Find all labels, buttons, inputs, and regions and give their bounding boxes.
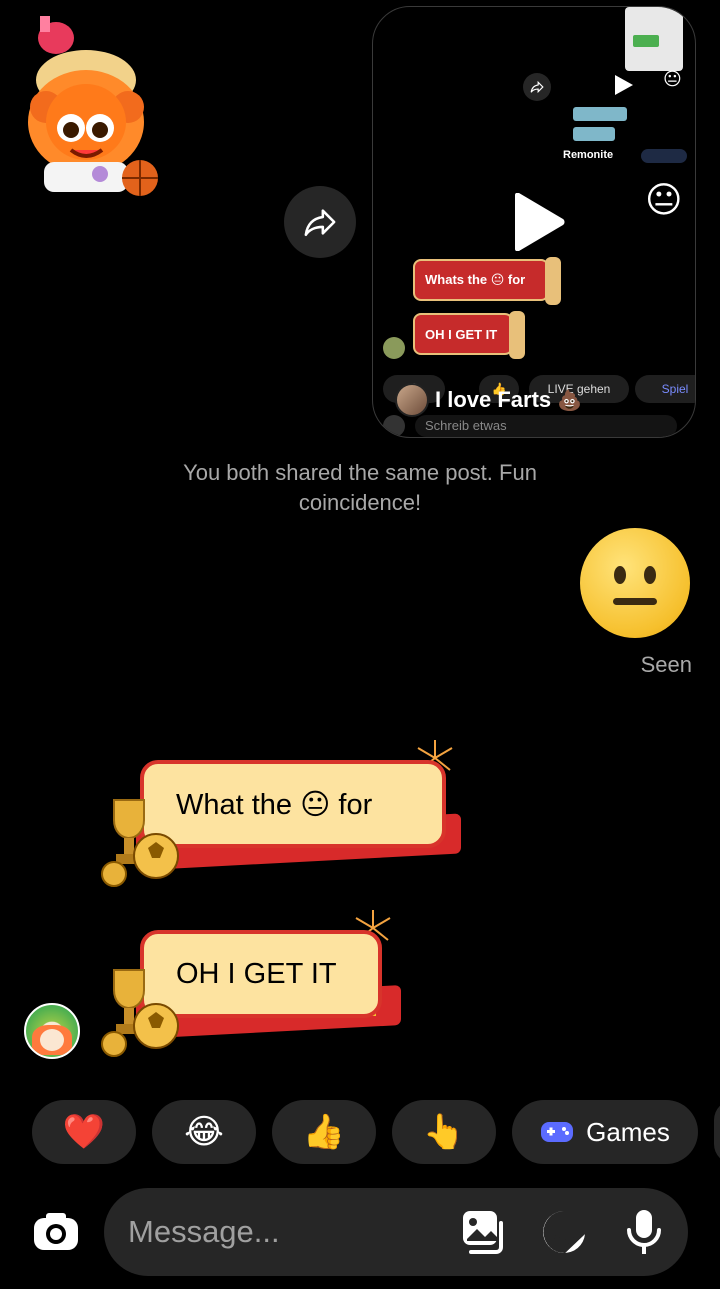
coincidence-notice: You both shared the same post. Fun coinc… <box>183 460 537 515</box>
post-caption: I love Farts 💩 <box>395 383 582 417</box>
message-text: OH I GET IT <box>176 957 337 990</box>
mini-pill <box>641 149 687 163</box>
post-avatar <box>383 337 405 359</box>
post-pill-games: Spiel <box>635 375 695 403</box>
gallery-icon[interactable] <box>458 1208 506 1256</box>
trophy-icon <box>101 969 179 1057</box>
more-chip[interactable] <box>714 1100 720 1164</box>
character-sticker[interactable] <box>16 12 161 202</box>
mini-chat-bubble <box>573 107 627 121</box>
poop-emoji: 💩 <box>557 389 583 412</box>
games-button[interactable]: Games <box>512 1100 698 1164</box>
message-composer <box>104 1188 688 1276</box>
message-text: What the 😐 for <box>176 788 373 821</box>
sticker-icon[interactable] <box>540 1208 588 1256</box>
mini-chat-bubble <box>573 127 615 141</box>
seen-status: Seen <box>640 652 692 677</box>
post-message-field: Schreib etwas <box>415 415 677 437</box>
gamepad-icon <box>541 1122 574 1142</box>
forward-icon <box>304 209 336 237</box>
reaction-laughing[interactable]: 😂 <box>152 1100 256 1164</box>
post-bubble: Whats the 😐 for <box>413 257 561 305</box>
games-label: Games <box>586 1116 670 1147</box>
camera-icon[interactable] <box>32 1208 80 1256</box>
mini-forward-icon <box>523 73 551 101</box>
play-icon[interactable] <box>511 193 565 251</box>
reaction-heart[interactable]: ❤️ <box>32 1100 136 1164</box>
post-emoji: 😐 <box>645 179 683 220</box>
post-caption-text: I love Farts <box>435 387 552 412</box>
shared-post-card[interactable]: 😐 Remonite 😐 Whats the 😐 for OH I GET IT… <box>372 6 696 438</box>
message-input[interactable] <box>128 1208 448 1256</box>
reaction-thumbs-up[interactable]: 👍 <box>272 1100 376 1164</box>
microphone-icon[interactable] <box>620 1208 668 1256</box>
mini-play-icon <box>615 75 633 95</box>
neutral-face-emoji-message[interactable] <box>580 528 690 638</box>
post-author-avatar <box>395 383 429 417</box>
mini-thumbnail <box>625 7 683 71</box>
trophy-icon <box>101 799 179 887</box>
post-camera-icon <box>383 415 405 437</box>
post-message-bar: Schreib etwas <box>383 413 677 437</box>
reaction-pointing-up[interactable]: 👆 <box>392 1100 496 1164</box>
forward-button[interactable] <box>284 186 356 258</box>
mini-username: Remonite <box>563 149 614 161</box>
mini-emoji: 😐 <box>663 69 682 89</box>
message-bubble[interactable]: What the 😐 for <box>96 738 476 890</box>
post-bubble: OH I GET IT <box>413 311 525 359</box>
message-bubble[interactable]: OH I GET IT <box>96 908 416 1060</box>
sender-avatar[interactable] <box>24 1003 80 1059</box>
